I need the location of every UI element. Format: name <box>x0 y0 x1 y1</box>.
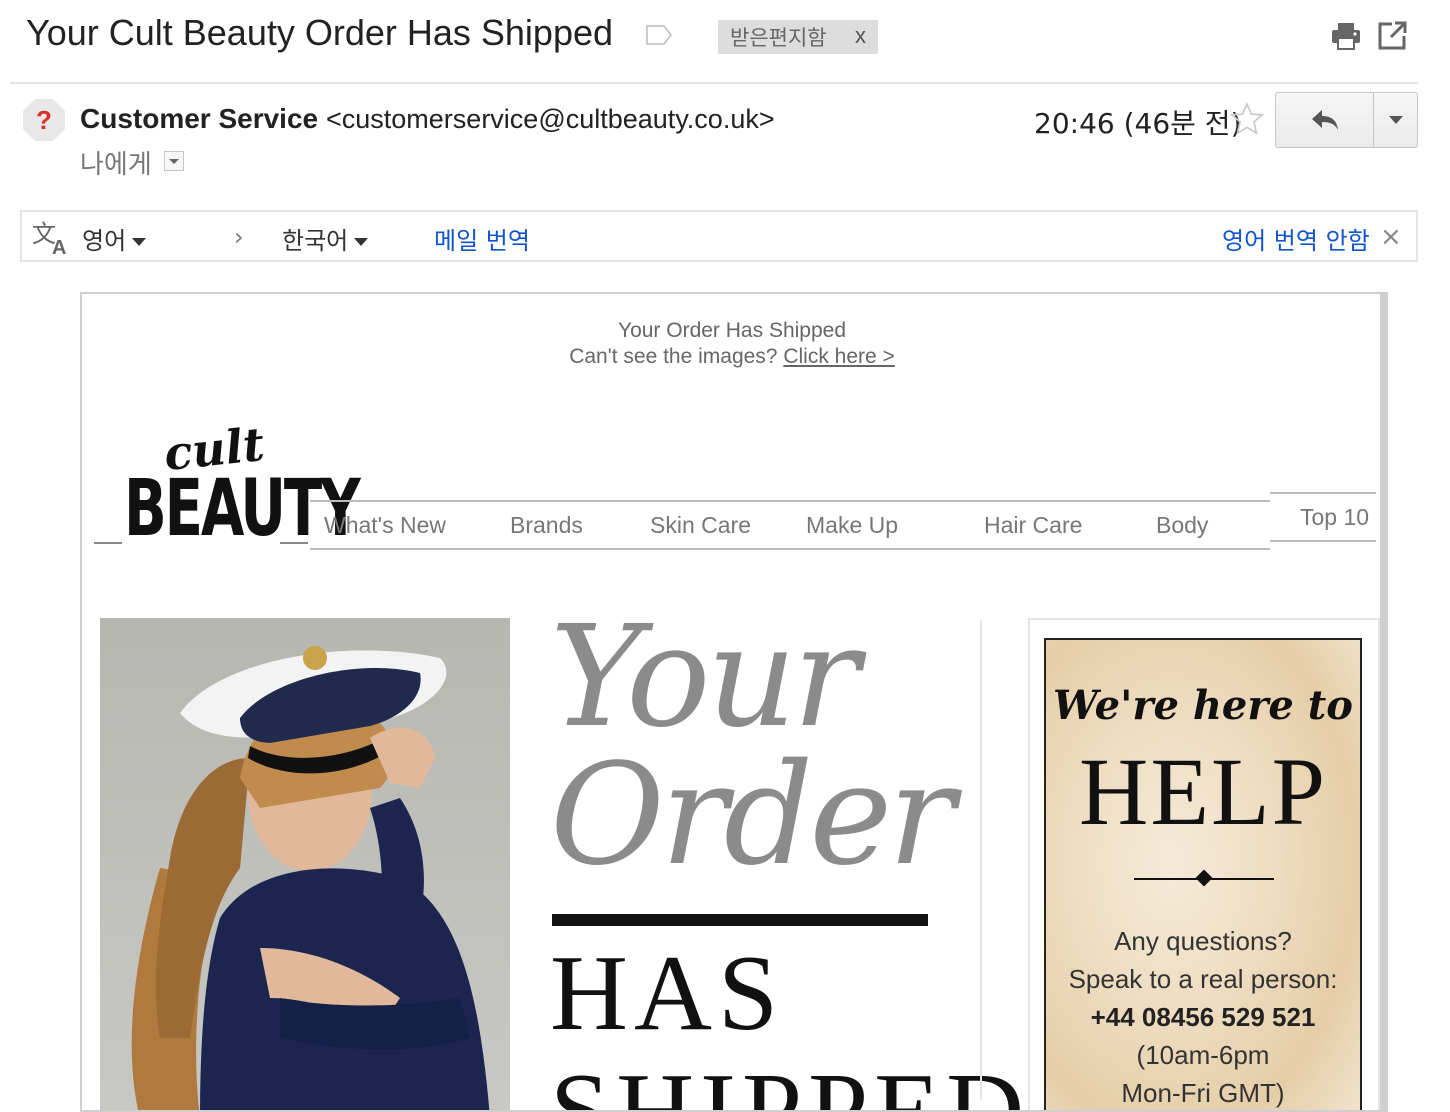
frame-shadow <box>1380 294 1386 1110</box>
email-body: Your Order Has Shipped Can't see the ima… <box>80 292 1388 1112</box>
nav-make-up[interactable]: Make Up <box>806 512 898 539</box>
open-in-new-window-icon[interactable] <box>1378 20 1408 50</box>
recipient-label: 나에게 <box>80 150 152 180</box>
translate-message-link[interactable]: 메일 번역 <box>434 221 530 256</box>
language-arrow-icon: › <box>234 223 244 251</box>
remove-label-button[interactable]: x <box>855 23 866 49</box>
target-language-select[interactable]: 한국어 <box>282 221 369 256</box>
logo-rule-right <box>280 542 308 544</box>
help-card[interactable]: We're here to HELP Any questions? Speak … <box>1044 638 1362 1110</box>
nav-body[interactable]: Body <box>1156 512 1208 539</box>
preheader-line: Can't see the images? Click here > <box>82 344 1382 370</box>
hero-rule <box>552 914 928 926</box>
label-tag-icon[interactable] <box>646 25 672 45</box>
inbox-label-chip[interactable]: 받은편지함 x <box>718 20 878 54</box>
print-icon[interactable] <box>1330 20 1362 52</box>
nav-brands[interactable]: Brands <box>510 512 583 539</box>
close-translate-bar-button[interactable]: × <box>1380 222 1402 252</box>
caret-down-icon <box>1388 116 1403 124</box>
star-icon[interactable] <box>1230 102 1264 136</box>
email-nav: What's New Brands Skin Care Make Up Hair… <box>310 500 1270 550</box>
header-divider <box>10 82 1418 84</box>
help-phone[interactable]: +44 08456 529 521 <box>1046 1002 1360 1033</box>
cult-beauty-logo[interactable]: cult BEAUTY <box>94 417 361 572</box>
email-preheader: Your Order Has Shipped Can't see the ima… <box>82 318 1382 370</box>
help-days: Mon-Fri GMT) <box>1121 1078 1285 1108</box>
help-title-script: We're here to <box>1053 682 1353 729</box>
message-time: 20:46 (46분 전) <box>1034 107 1242 140</box>
sender-name[interactable]: Customer Service <box>80 103 318 135</box>
preheader-text: Can't see the images? <box>569 345 778 368</box>
source-language-select[interactable]: 영어 <box>82 221 147 256</box>
hero-line-order: Order <box>550 734 955 897</box>
translate-icon: 文 A <box>32 220 66 256</box>
target-language-label: 한국어 <box>282 227 349 255</box>
unknown-sender-avatar-icon: ? <box>23 99 65 141</box>
logo-rule-left <box>94 542 122 544</box>
help-question: Any questions? <box>1114 926 1292 956</box>
help-title-main: HELP <box>1079 738 1327 845</box>
show-details-dropdown[interactable] <box>164 151 184 171</box>
hero-photo[interactable] <box>100 618 510 1110</box>
nav-top-10[interactable]: Top 10 <box>1270 492 1376 542</box>
svg-text:?: ? <box>36 105 52 135</box>
inbox-label-text: 받은편지함 <box>730 26 827 50</box>
nav-hair-care[interactable]: Hair Care <box>984 512 1082 539</box>
caret-down-icon <box>132 238 147 246</box>
translate-bar: 文 A 영어 › 한국어 메일 번역 영어 번역 안함 × <box>20 210 1418 262</box>
email-subject: Your Cult Beauty Order Has Shipped <box>26 12 614 53</box>
source-language-label: 영어 <box>82 227 127 255</box>
hero-headline: Your Order HAS SHIPPED <box>550 608 1024 1111</box>
help-hours: (10am-6pm <box>1136 1040 1270 1070</box>
chevron-down-icon <box>169 159 179 164</box>
model-in-sailor-cap-image <box>131 646 490 1110</box>
help-speak: Speak to a real person: <box>1068 964 1338 994</box>
reply-button[interactable] <box>1275 92 1373 148</box>
hero-line-shipped: SHIPPED <box>550 1052 1031 1112</box>
sender-email: <customerservice@cultbeauty.co.uk> <box>326 104 775 134</box>
nav-skin-care[interactable]: Skin Care <box>650 512 751 539</box>
nav-top-10-label: Top 10 <box>1300 504 1370 530</box>
more-actions-button[interactable] <box>1373 92 1418 148</box>
preheader-title: Your Order Has Shipped <box>617 319 847 342</box>
content-divider <box>980 620 982 1100</box>
never-translate-link[interactable]: 영어 번역 안함 <box>1222 221 1370 256</box>
nav-whats-new[interactable]: What's New <box>324 512 446 539</box>
reply-icon <box>1311 110 1338 130</box>
view-in-browser-link[interactable]: Click here > <box>783 345 894 368</box>
caret-down-icon <box>354 238 369 246</box>
svg-text:A: A <box>52 237 66 256</box>
diamond-ornament-icon <box>1195 869 1213 887</box>
hero-line-your: Your <box>550 596 860 759</box>
hero-line-has: HAS <box>550 934 785 1053</box>
